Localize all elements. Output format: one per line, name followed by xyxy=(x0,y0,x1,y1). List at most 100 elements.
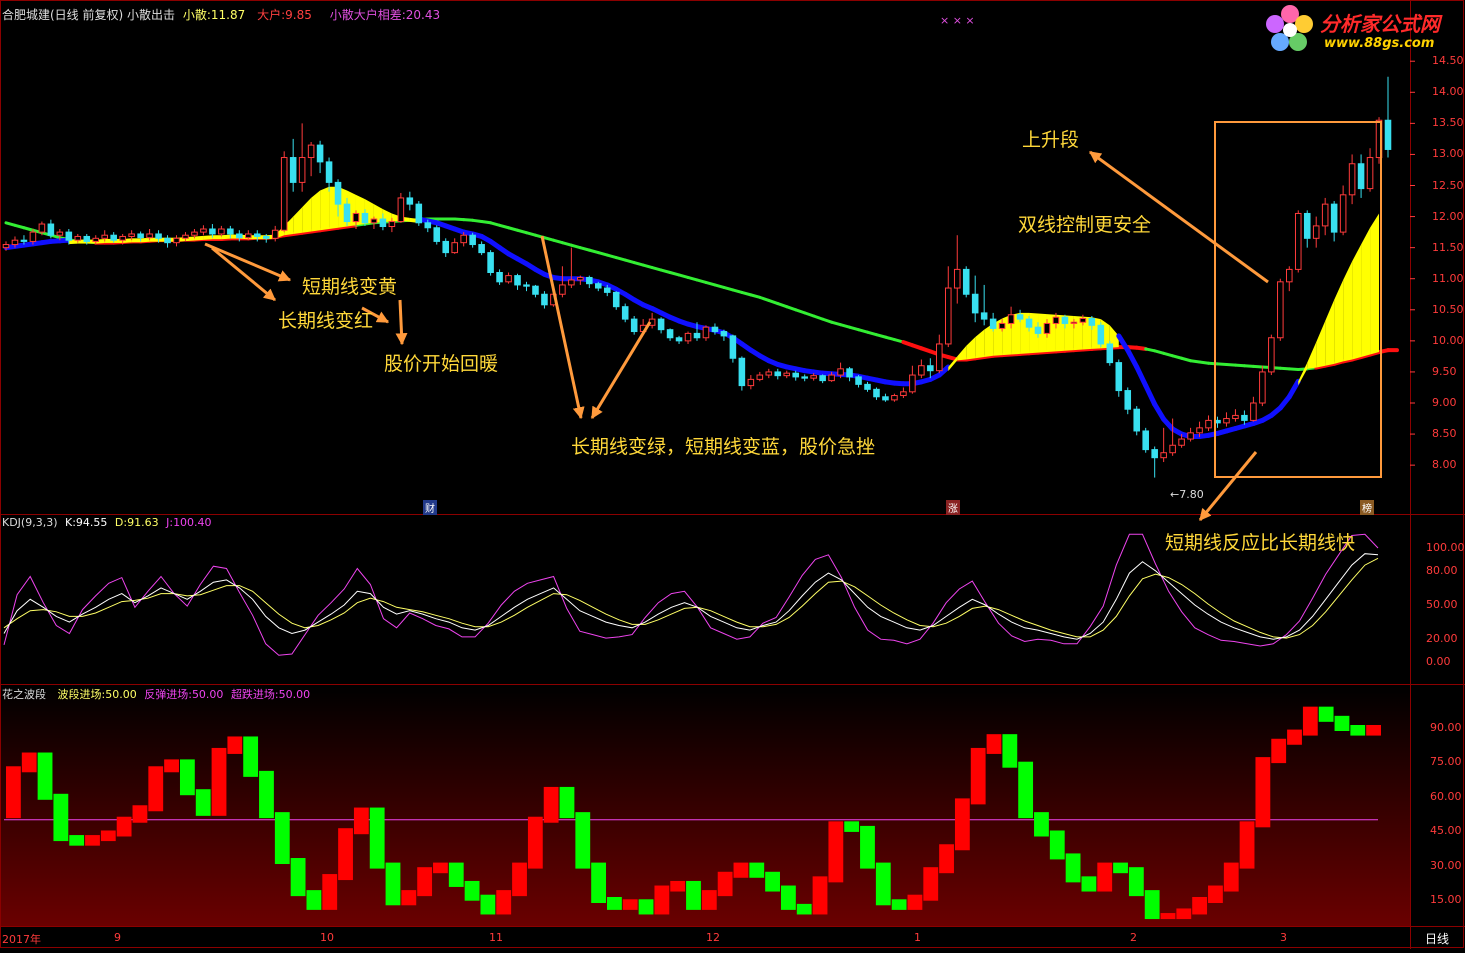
wave-bar-78 xyxy=(1223,862,1239,892)
candle-body-84 xyxy=(756,374,764,380)
wave-bar-65 xyxy=(1018,761,1034,819)
kdj-tick-3: 20.00 xyxy=(1426,632,1458,646)
wave-c-label: 超跌进场: xyxy=(230,688,279,701)
wave-bar-58 xyxy=(907,894,923,910)
chart-canvas[interactable] xyxy=(0,0,1465,949)
candle-body-42 xyxy=(379,218,387,228)
candle-body-65 xyxy=(586,276,593,285)
wave-bar-20 xyxy=(306,890,322,910)
candle-body-102 xyxy=(918,365,925,376)
candle-body-86 xyxy=(774,371,782,377)
period-label[interactable]: 日线 xyxy=(1425,930,1449,947)
kdj-label: KDJ(9,3,3) xyxy=(2,516,58,529)
wave-bar-46 xyxy=(717,871,733,897)
wave-bar-45 xyxy=(701,890,717,910)
dh-label: 大户: xyxy=(257,8,286,22)
logo-url: www.88gs.com xyxy=(1324,36,1435,51)
candle-body-31 xyxy=(280,157,288,231)
candle-body-119 xyxy=(1070,321,1078,324)
wave-bar-30 xyxy=(464,880,480,901)
candle-body-58 xyxy=(523,284,530,287)
candle-body-108 xyxy=(971,293,979,314)
wave-bar-34 xyxy=(527,816,543,869)
candle-body-113 xyxy=(1016,314,1024,320)
candle-body-57 xyxy=(514,275,521,286)
candle-body-10 xyxy=(92,237,100,242)
candle-body-7 xyxy=(65,231,73,241)
wave-bar-83 xyxy=(1302,706,1318,736)
indicator-name: 小散出击 xyxy=(127,8,176,22)
candle-body-151 xyxy=(1357,163,1365,190)
candle-body-56 xyxy=(505,275,512,283)
wave-bar-32 xyxy=(496,890,512,915)
candle-body-146 xyxy=(1312,225,1320,239)
candle-body-115 xyxy=(1034,326,1042,334)
wave-a-label: 波段进场: xyxy=(57,688,106,701)
candle-body-104 xyxy=(936,343,943,372)
x-label-2017: 2017年 xyxy=(2,933,41,946)
wave-bar-48 xyxy=(749,862,765,878)
candle-body-123 xyxy=(1106,343,1114,364)
candle-body-52 xyxy=(469,234,476,246)
candle-body-60 xyxy=(541,293,548,306)
wave-bar-52 xyxy=(812,876,828,915)
annotation-short-yellow: 短期线变黄 xyxy=(302,276,398,298)
candle-body-125 xyxy=(1124,390,1132,410)
wave-bar-77 xyxy=(1208,885,1223,903)
wave-bar-85 xyxy=(1334,715,1350,731)
wave-tick-2: 60.00 xyxy=(1430,789,1462,803)
short-ribbon-seg-34 xyxy=(302,197,312,233)
candle-body-43 xyxy=(388,221,396,228)
x-label-12: 12 xyxy=(706,931,720,944)
wave-tick-0: 90.00 xyxy=(1430,721,1462,734)
wave-b-label: 反弹进场: xyxy=(144,688,192,701)
candle-body-147 xyxy=(1321,203,1329,227)
wave-bar-40 xyxy=(622,899,638,910)
wave-tick-1: 75.00 xyxy=(1430,755,1462,769)
short-ribbon-seg-107 xyxy=(957,345,967,361)
candle-body-87 xyxy=(783,372,791,377)
price-tick-0: 14.50 xyxy=(1432,54,1464,68)
stock-title: 合肥城建(日线 前复权) xyxy=(2,8,124,22)
price-tick-12: 8.50 xyxy=(1432,427,1457,441)
wave-bar-38 xyxy=(591,862,607,903)
annotation-drop: 长期线变绿，短期线变蓝，股价急挫 xyxy=(571,436,876,458)
candle-body-154 xyxy=(1384,119,1392,150)
candle-body-85 xyxy=(765,371,773,376)
wave-bar-60 xyxy=(939,844,954,874)
logo-title: 分析家公式网 xyxy=(1320,12,1440,36)
kdj-k-label: K: xyxy=(65,516,76,529)
wave-bar-81 xyxy=(1271,738,1287,764)
site-logo: 分析家公式网 www.88gs.com xyxy=(1262,2,1462,56)
candle-body-74 xyxy=(666,329,674,339)
short-ribbon-seg-15 xyxy=(131,238,141,243)
wave-bar-31 xyxy=(480,894,496,915)
price-tick-3: 13.00 xyxy=(1432,147,1464,161)
price-tick-5: 12.00 xyxy=(1432,209,1464,223)
candle-body-62 xyxy=(559,284,566,295)
candle-body-124 xyxy=(1115,362,1123,392)
candle-body-126 xyxy=(1133,408,1141,432)
candle-body-114 xyxy=(1025,318,1033,328)
candle-body-129 xyxy=(1160,452,1167,459)
wave-bar-56 xyxy=(875,862,891,906)
short-ribbon-seg-149 xyxy=(1334,279,1344,364)
candle-body-145 xyxy=(1303,212,1311,239)
candle-body-14 xyxy=(128,233,135,237)
wave-bar-69 xyxy=(1081,876,1097,892)
wave-bar-51 xyxy=(796,903,812,915)
candle-body-117 xyxy=(1052,316,1060,324)
candle-body-4 xyxy=(38,223,46,233)
wave-bar-5 xyxy=(69,835,85,846)
candle-body-17 xyxy=(155,233,162,239)
candle-body-25 xyxy=(227,228,234,235)
candle-body-99 xyxy=(891,395,898,401)
candle-body-45 xyxy=(406,197,414,205)
badge-finance: 财 xyxy=(423,500,437,515)
wave-bar-72 xyxy=(1128,867,1144,897)
candle-body-77 xyxy=(693,332,701,339)
candle-body-95 xyxy=(855,376,862,385)
kdj-k-value: 94.55 xyxy=(75,516,108,529)
candle-body-67 xyxy=(603,287,611,293)
wave-bar-41 xyxy=(638,899,654,915)
